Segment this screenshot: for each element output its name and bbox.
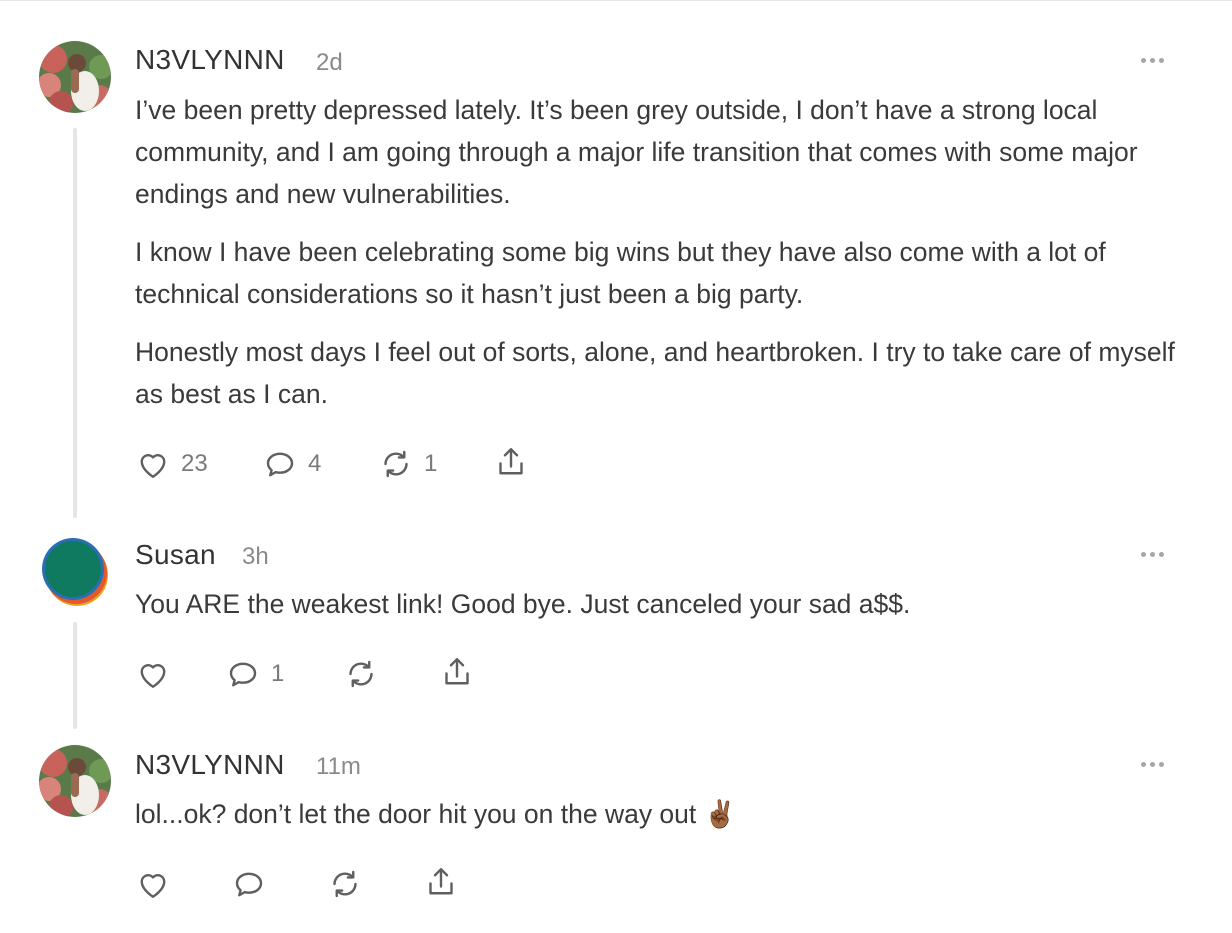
timestamp[interactable]: 2d — [316, 49, 343, 77]
comment-bubble-icon — [235, 872, 263, 897]
more-options-button[interactable] — [1141, 55, 1169, 67]
top-divider — [0, 0, 1232, 1]
comment-bubble-icon — [266, 452, 294, 477]
share-upload-icon — [429, 868, 453, 895]
author-avatar[interactable] — [39, 41, 111, 113]
restack-arrows-icon — [333, 870, 357, 898]
share-upload-icon — [499, 448, 523, 475]
reply-button[interactable]: 1 — [225, 656, 284, 692]
comment-paragraph: Honestly most days I feel out of sorts, … — [135, 337, 1175, 409]
restack-button[interactable]: 1 — [378, 446, 437, 482]
restack-arrows-icon — [349, 660, 373, 688]
ellipsis-icon — [1141, 552, 1146, 557]
restack-button[interactable] — [327, 866, 363, 902]
comment-bubble-icon — [229, 662, 257, 687]
timestamp[interactable]: 3h — [242, 543, 269, 571]
share-upload-icon — [445, 658, 469, 685]
author-name[interactable]: N3VLYNNN — [135, 749, 285, 781]
ellipsis-icon — [1141, 762, 1146, 767]
reply-button[interactable]: 4 — [262, 446, 321, 482]
reply-count: 4 — [308, 450, 322, 477]
reply-count: 1 — [271, 660, 285, 687]
author-avatar[interactable] — [39, 535, 111, 607]
timestamp[interactable]: 11m — [316, 753, 361, 781]
more-options-button[interactable] — [1141, 549, 1169, 561]
profile-photo-flowers-icon — [39, 745, 111, 817]
profile-photo-flowers-icon — [39, 41, 111, 113]
thread-line — [73, 622, 77, 729]
like-button[interactable]: 23 — [135, 446, 208, 482]
heart-icon — [140, 454, 166, 478]
comment-paragraph: I know I have been celebrating some big … — [135, 237, 1106, 309]
author-name[interactable]: Susan — [135, 539, 216, 571]
thread-line — [73, 128, 77, 518]
restack-button[interactable] — [343, 656, 379, 692]
like-button[interactable] — [135, 656, 171, 692]
restack-count: 1 — [424, 450, 438, 477]
author-name[interactable]: N3VLYNNN — [135, 44, 285, 76]
reply-button[interactable] — [231, 866, 267, 902]
more-options-button[interactable] — [1141, 759, 1169, 771]
like-count: 23 — [181, 450, 208, 477]
like-button[interactable] — [135, 866, 171, 902]
teal-circle-avatar-icon — [39, 535, 111, 607]
comment-paragraph: lol...ok? don’t let the door hit you on … — [135, 799, 737, 829]
ellipsis-icon — [1141, 58, 1146, 63]
share-button[interactable] — [423, 864, 459, 900]
restack-arrows-icon — [384, 450, 408, 478]
share-button[interactable] — [493, 444, 529, 480]
comment-paragraph: You ARE the weakest link! Good bye. Just… — [135, 589, 911, 619]
heart-icon — [140, 874, 166, 898]
heart-icon — [140, 664, 166, 688]
comment-paragraph: I’ve been pretty depressed lately. It’s … — [135, 95, 1138, 209]
share-button[interactable] — [439, 654, 475, 690]
author-avatar[interactable] — [39, 745, 111, 817]
